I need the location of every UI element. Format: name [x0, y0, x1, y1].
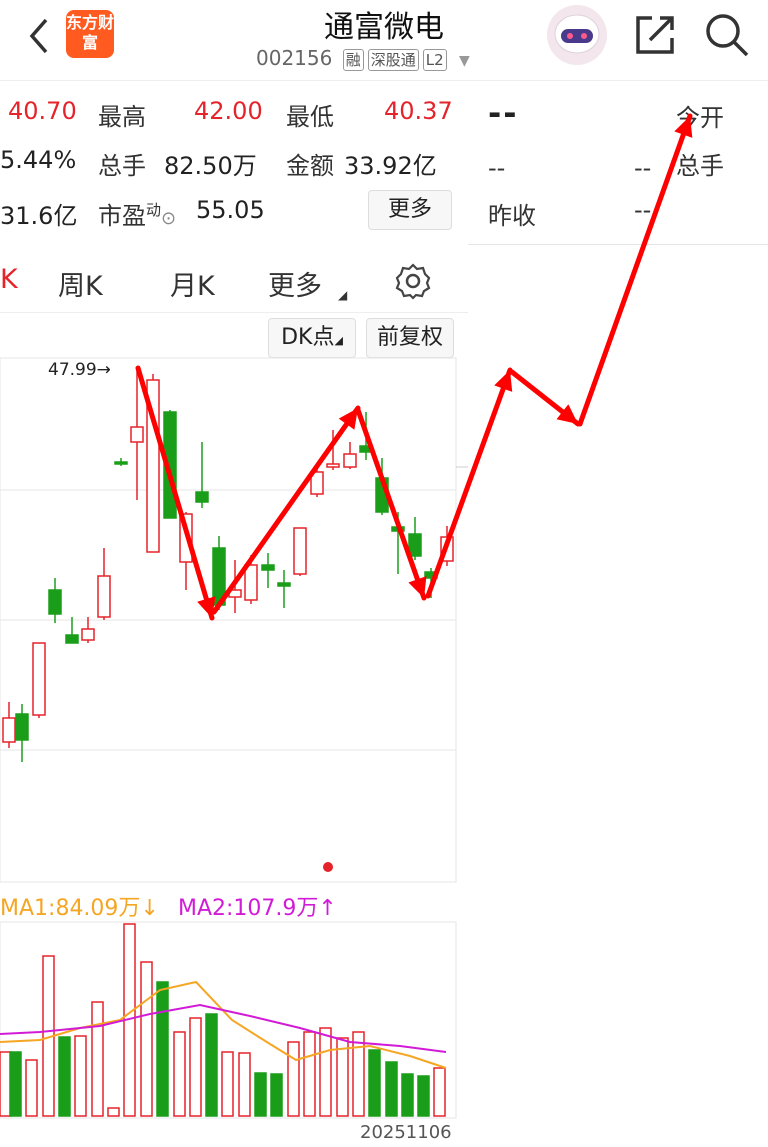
volume-bar — [270, 1073, 283, 1117]
volume-bar — [352, 1031, 365, 1117]
candle-body — [408, 533, 422, 557]
volume-bar — [221, 1051, 234, 1117]
volume-bar — [287, 1041, 300, 1117]
candle-body — [293, 527, 307, 575]
candle-body — [48, 589, 62, 615]
max-price-label: 47.99→ — [48, 360, 111, 380]
volume-bar — [433, 1067, 446, 1117]
candlestick-chart[interactable] — [0, 0, 768, 1147]
candle-body — [65, 634, 79, 644]
candle-body — [130, 426, 144, 443]
ma1-label: MA1:84.09万 — [0, 896, 141, 921]
candle-body — [81, 628, 95, 641]
candle-body — [261, 564, 275, 571]
volume-bar — [417, 1075, 430, 1117]
volume-bar — [254, 1072, 267, 1117]
volume-bar — [368, 1049, 381, 1117]
annotation-arrow-head — [338, 408, 358, 430]
volume-bar — [205, 1013, 218, 1117]
annotation-arrow-head — [494, 370, 513, 392]
candle-body — [15, 713, 29, 741]
candle-body — [326, 463, 340, 468]
candle-body — [244, 564, 258, 601]
candle-body — [114, 461, 128, 465]
ma2-arrow: ↑ — [318, 896, 337, 921]
ma2-label: MA2:107.9万 — [177, 896, 319, 921]
volume-bar — [385, 1061, 398, 1117]
volume-bar — [91, 1001, 104, 1117]
date-label: 20251106 — [360, 1122, 452, 1143]
volume-bar — [156, 981, 169, 1117]
ma1-arrow: ↓ — [140, 896, 159, 921]
volume-bar — [238, 1052, 251, 1117]
volume-bar — [140, 961, 153, 1117]
candle-body — [97, 575, 111, 618]
candle-body — [32, 642, 46, 716]
volume-bar — [303, 1031, 316, 1117]
annotation-arrow-line — [355, 407, 427, 601]
volume-bar — [58, 1036, 71, 1117]
candle-body — [2, 717, 16, 743]
annotation-arrow-head — [674, 116, 693, 138]
volume-bar — [74, 1035, 87, 1117]
volume-bar — [189, 1017, 202, 1117]
volume-bar — [25, 1059, 38, 1117]
volume-bar — [9, 1051, 22, 1117]
ma-legend: MA1:84.09万↓ MA2:107.9万↑ — [0, 890, 337, 922]
annotation-arrow-line — [577, 113, 693, 427]
candle-body — [277, 582, 291, 587]
candle-body — [343, 453, 357, 468]
volume-bar — [401, 1073, 414, 1117]
marker-dot — [323, 862, 333, 872]
volume-bar — [107, 1107, 120, 1117]
annotation-arrow-line — [425, 367, 513, 599]
annotation-arrow-head — [408, 576, 427, 598]
volume-bar — [319, 1027, 332, 1117]
candle-body — [195, 491, 209, 503]
annotation-arrow-line — [211, 405, 361, 615]
volume-bar — [173, 1031, 186, 1117]
